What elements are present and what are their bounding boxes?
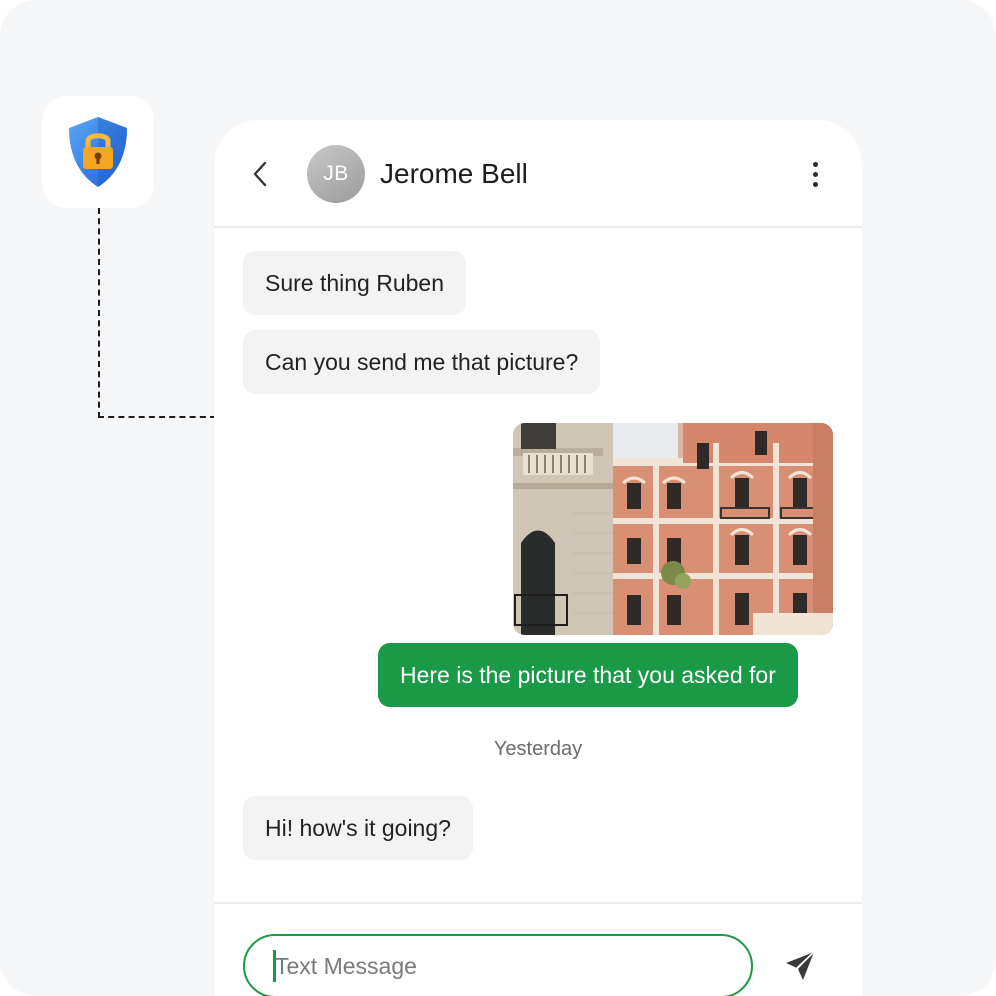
more-options-button[interactable] bbox=[802, 156, 828, 192]
security-badge bbox=[42, 96, 154, 208]
text-cursor bbox=[273, 950, 276, 982]
chat-window: JB Jerome Bell Sure thing Ruben Can you … bbox=[214, 120, 862, 996]
message-bubble-incoming[interactable]: Hi! how's it going? bbox=[243, 796, 473, 860]
page-canvas: JB Jerome Bell Sure thing Ruben Can you … bbox=[0, 0, 996, 996]
message-bubble-incoming[interactable]: Can you send me that picture? bbox=[243, 330, 601, 394]
message-composer bbox=[214, 902, 862, 996]
avatar[interactable]: JB bbox=[307, 145, 365, 203]
shield-lock-icon bbox=[69, 117, 127, 187]
more-vertical-icon bbox=[812, 161, 818, 167]
message-bubble-incoming[interactable]: Sure thing Ruben bbox=[243, 251, 467, 315]
send-icon bbox=[786, 951, 815, 980]
dashed-connector bbox=[98, 208, 216, 418]
text-message-input[interactable] bbox=[243, 934, 753, 996]
back-button[interactable] bbox=[244, 156, 276, 192]
contact-name: Jerome Bell bbox=[380, 158, 528, 189]
building-photo bbox=[513, 423, 833, 635]
message-bubble-outgoing[interactable]: Here is the picture that you asked for bbox=[378, 643, 798, 707]
shared-photo[interactable] bbox=[513, 423, 833, 635]
chat-header: JB Jerome Bell bbox=[214, 120, 862, 228]
chevron-left-icon bbox=[253, 161, 267, 187]
send-button[interactable] bbox=[780, 946, 820, 986]
day-separator: Yesterday bbox=[493, 738, 583, 760]
